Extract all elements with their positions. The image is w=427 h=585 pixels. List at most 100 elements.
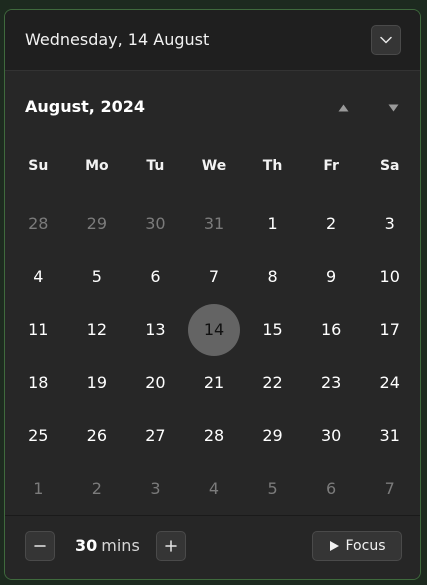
calendar-day[interactable]: 12	[68, 303, 127, 356]
calendar-day-number: 13	[145, 320, 166, 339]
calendar-day[interactable]: 23	[302, 356, 361, 409]
calendar-day[interactable]: 29	[243, 409, 302, 462]
calendar-day[interactable]: 3	[360, 197, 419, 250]
calendar-day[interactable]: 2	[302, 197, 361, 250]
calendar-day[interactable]: 6	[126, 250, 185, 303]
calendar-day-number: 29	[262, 426, 283, 445]
collapse-calendar-button[interactable]	[371, 25, 401, 55]
duration-unit: mins	[101, 536, 140, 555]
calendar-day-number: 19	[86, 373, 108, 392]
next-month-button[interactable]	[381, 98, 405, 118]
focus-session-bar: 30 mins Focus	[5, 515, 420, 579]
calendar-day-number: 14	[203, 320, 225, 339]
calendar-day[interactable]: 3	[126, 462, 185, 515]
minus-icon	[34, 545, 46, 547]
calendar-day-number: 11	[28, 320, 49, 339]
calendar-day-number: 2	[326, 214, 337, 233]
calendar-day-number: 7	[384, 479, 395, 498]
play-icon	[329, 541, 339, 551]
calendar-day-number: 29	[86, 214, 108, 233]
calendar-day-number: 27	[145, 426, 166, 445]
calendar-day[interactable]: 31	[185, 197, 244, 250]
calendar-day[interactable]: 4	[185, 462, 244, 515]
calendar-day[interactable]: 4	[9, 250, 68, 303]
calendar-day[interactable]: 5	[243, 462, 302, 515]
calendar-day[interactable]: 30	[126, 197, 185, 250]
calendar-day-number: 12	[86, 320, 108, 339]
calendar-day[interactable]: 5	[68, 250, 127, 303]
previous-month-button[interactable]	[331, 98, 355, 118]
calendar-day[interactable]: 31	[360, 409, 419, 462]
calendar-day[interactable]: 20	[126, 356, 185, 409]
calendar-day[interactable]: 1	[243, 197, 302, 250]
calendar-day-number: 2	[91, 479, 102, 498]
triangle-down-icon	[388, 104, 398, 112]
triangle-up-icon	[338, 104, 348, 112]
calendar-day-number: 6	[326, 479, 337, 498]
calendar-day-number: 30	[320, 426, 342, 445]
calendar-day[interactable]: 21	[185, 356, 244, 409]
calendar-day[interactable]: 27	[126, 409, 185, 462]
calendar-day-today[interactable]: 14	[185, 303, 244, 356]
calendar-day-number: 8	[267, 267, 278, 286]
decrease-duration-button[interactable]	[25, 531, 55, 561]
weekday-label: Su	[28, 158, 49, 174]
calendar-day[interactable]: 2	[68, 462, 127, 515]
calendar-day[interactable]: 17	[360, 303, 419, 356]
calendar-day[interactable]: 18	[9, 356, 68, 409]
calendar-day-number: 18	[28, 373, 49, 392]
calendar-day[interactable]: 6	[302, 462, 361, 515]
calendar-day[interactable]: 13	[126, 303, 185, 356]
calendar-day-number: 31	[203, 214, 225, 233]
calendar-day[interactable]: 8	[243, 250, 302, 303]
calendar-day-number: 9	[326, 267, 337, 286]
calendar-day-number: 20	[145, 373, 166, 392]
calendar-day[interactable]: 10	[360, 250, 419, 303]
calendar-day[interactable]: 7	[185, 250, 244, 303]
calendar-day-number: 16	[320, 320, 342, 339]
calendar-day[interactable]: 1	[9, 462, 68, 515]
calendar-day-number: 15	[262, 320, 283, 339]
weekday-label: We	[201, 158, 227, 174]
calendar-day-number: 5	[267, 479, 278, 498]
calendar-flyout: Wednesday, 14 August August, 2024 Su Mo Tu…	[4, 9, 421, 580]
calendar-day[interactable]: 28	[185, 409, 244, 462]
weekday-label: Tu	[146, 158, 165, 174]
calendar-day[interactable]: 29	[68, 197, 127, 250]
calendar-day-number: 23	[320, 373, 342, 392]
calendar-day[interactable]: 19	[68, 356, 127, 409]
calendar-day[interactable]: 30	[302, 409, 361, 462]
calendar-day[interactable]: 26	[68, 409, 127, 462]
calendar-day-number: 21	[203, 373, 225, 392]
month-title[interactable]: August, 2024	[25, 97, 145, 116]
calendar-day[interactable]: 25	[9, 409, 68, 462]
increase-duration-button[interactable]	[156, 531, 186, 561]
calendar-day-number: 5	[91, 267, 102, 286]
calendar-day-number: 28	[203, 426, 225, 445]
duration-value: 30	[75, 536, 98, 555]
calendar-day-number: 7	[208, 267, 220, 286]
calendar-day-number: 3	[150, 479, 161, 498]
current-date-label: Wednesday, 14 August	[25, 30, 210, 49]
calendar-day[interactable]: 22	[243, 356, 302, 409]
calendar-day[interactable]: 24	[360, 356, 419, 409]
calendar-day-number: 3	[384, 214, 395, 233]
start-focus-button[interactable]: Focus	[312, 531, 402, 561]
date-header: Wednesday, 14 August	[5, 10, 420, 71]
calendar-day[interactable]: 15	[243, 303, 302, 356]
calendar-day[interactable]: 11	[9, 303, 68, 356]
calendar-day-number: 1	[267, 214, 278, 233]
calendar-day-grid: 28 29 30 31 1 2 3 4 5 6 7 8 9 10 11 12 13 14 15 16 17 18 19 20 2…	[9, 197, 419, 515]
focus-duration: 30 mins	[75, 536, 140, 555]
calendar-day-number: 26	[86, 426, 108, 445]
calendar-day[interactable]: 28	[9, 197, 68, 250]
calendar-day[interactable]: 9	[302, 250, 361, 303]
calendar-day[interactable]: 16	[302, 303, 361, 356]
calendar-day-number: 17	[379, 320, 400, 339]
calendar-day[interactable]: 7	[360, 462, 419, 515]
calendar-day-number: 30	[145, 214, 166, 233]
weekday-label: Fr	[323, 158, 339, 174]
weekday-label: Th	[262, 158, 283, 174]
weekday-label: Mo	[85, 158, 109, 174]
weekday-label: Sa	[379, 158, 400, 174]
